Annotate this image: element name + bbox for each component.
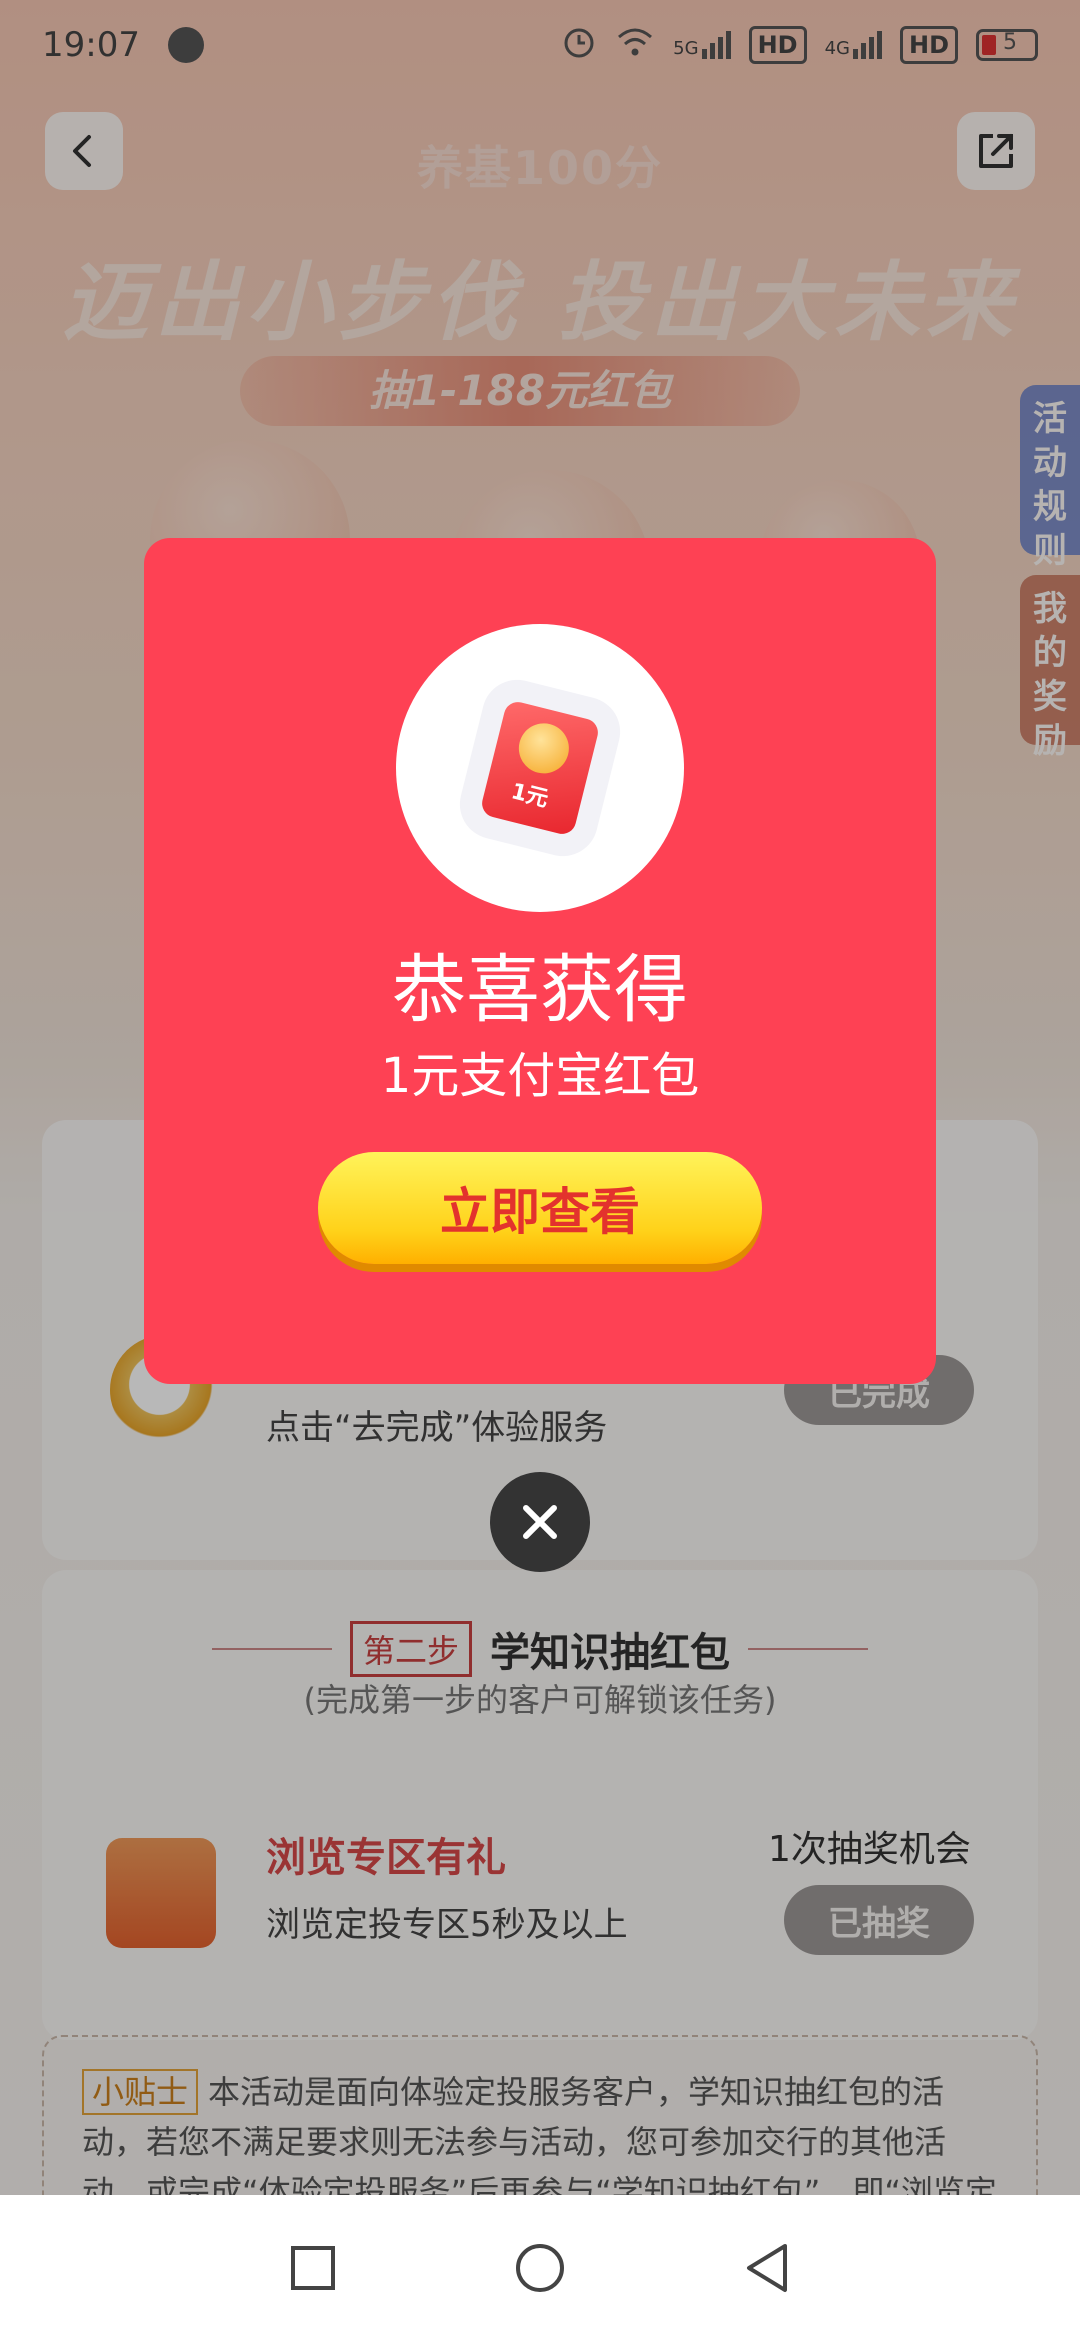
modal-prize-text: 1元支付宝红包 xyxy=(380,1048,700,1104)
close-modal-button[interactable] xyxy=(490,1472,590,1572)
coin-icon xyxy=(513,718,575,779)
triangle-back-icon xyxy=(746,2243,787,2292)
modal-title: 恭喜获得 xyxy=(392,947,688,1033)
view-now-button[interactable]: 立即查看 xyxy=(318,1152,762,1264)
recents-button[interactable] xyxy=(278,2233,348,2303)
system-navigation-bar xyxy=(0,2195,1080,2340)
back-nav-button[interactable] xyxy=(732,2233,802,2303)
prize-image: 1元 xyxy=(396,624,684,912)
close-icon xyxy=(523,1505,557,1539)
red-envelope-icon: 1元 xyxy=(479,699,601,837)
home-button[interactable] xyxy=(505,2233,575,2303)
circle-icon xyxy=(515,2243,564,2292)
square-icon xyxy=(291,2245,336,2290)
prize-modal: 1元 恭喜获得 1元支付宝红包 立即查看 xyxy=(144,538,936,1384)
prize-amount-label: 1元 xyxy=(508,779,551,813)
